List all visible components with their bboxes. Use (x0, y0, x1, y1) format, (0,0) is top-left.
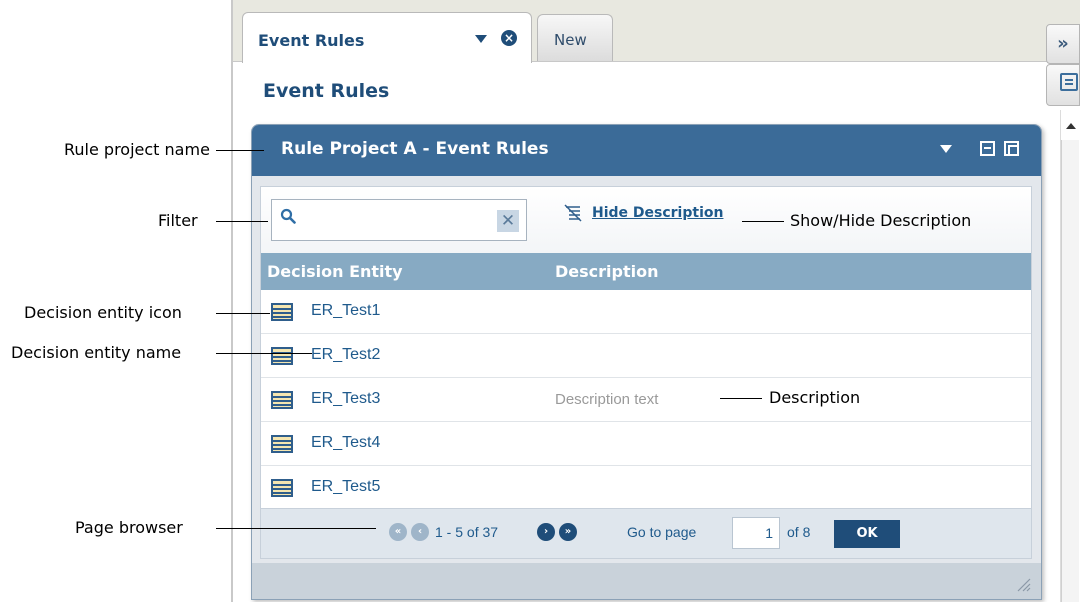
go-to-page-label: Go to page (627, 524, 697, 540)
decision-entity-name[interactable]: ER_Test4 (311, 434, 380, 452)
callout-decision-entity-name: Decision entity name (11, 343, 182, 362)
pane-menu-button[interactable] (1046, 64, 1080, 106)
widget-header: Rule Project A - Event Rules (252, 125, 1041, 176)
decision-entity-icon (271, 303, 293, 321)
column-header-description: Description (555, 262, 659, 281)
table-row[interactable]: ER_Test1 (261, 290, 1031, 334)
scrollbar-track[interactable] (1061, 140, 1079, 602)
table-row[interactable]: ER_Test4 (261, 422, 1031, 466)
frame-border (231, 0, 233, 602)
next-page-icon[interactable]: › (537, 523, 555, 541)
chevron-down-icon[interactable] (940, 145, 952, 153)
decision-entity-icon (271, 479, 293, 497)
table-row[interactable]: ER_Test5 (261, 466, 1031, 510)
callout-description: Description (769, 388, 861, 407)
callout-line (216, 353, 312, 354)
tab-label: New (554, 31, 587, 49)
scroll-up-icon[interactable] (1066, 123, 1076, 129)
tab-event-rules[interactable]: Event Rules × (242, 12, 532, 63)
page-title: Event Rules (263, 80, 390, 102)
decision-entity-icon (271, 435, 293, 453)
tab-new[interactable]: New (537, 14, 613, 61)
callout-line (216, 313, 270, 314)
maximize-icon[interactable] (1004, 141, 1019, 156)
clear-icon[interactable]: ✕ (497, 210, 519, 232)
callout-show-hide-description: Show/Hide Description (790, 211, 972, 230)
last-page-icon[interactable]: » (559, 523, 577, 541)
callout-decision-entity-icon: Decision entity icon (24, 303, 182, 322)
callout-line (216, 150, 264, 151)
callout-line (216, 528, 376, 529)
callout-line (216, 221, 268, 222)
show-hide-description-link[interactable]: Hide Description (563, 203, 723, 223)
first-page-icon[interactable]: « (389, 523, 407, 541)
total-pages-label: of 8 (787, 524, 811, 540)
tab-label: Event Rules (258, 31, 365, 50)
toggle-description-label: Hide Description (592, 205, 724, 221)
previous-page-icon[interactable]: ‹ (411, 523, 429, 541)
decision-entity-icon (271, 347, 293, 365)
callout-filter: Filter (158, 211, 198, 230)
search-icon (280, 208, 296, 224)
column-header-decision-entity: Decision Entity (267, 262, 403, 281)
callout-page-browser: Page browser (75, 518, 183, 537)
rule-project-name: Rule Project A - Event Rules (281, 139, 549, 159)
table-row[interactable]: ER_Test2 (261, 334, 1031, 378)
callout-rule-project-name: Rule project name (64, 140, 210, 159)
pane-menu-icon (1060, 73, 1078, 91)
decision-entity-name[interactable]: ER_Test1 (311, 302, 380, 320)
callout-line (720, 398, 762, 399)
callout-line (742, 221, 784, 222)
widget-footer (252, 563, 1041, 599)
close-circle-icon[interactable]: × (501, 30, 517, 46)
page-range-text: 1 - 5 of 37 (435, 524, 499, 540)
table-header: Decision Entity Description (261, 253, 1031, 290)
widget-body: ✕ Hide Description Decision Entity Descr… (260, 186, 1032, 559)
description-toggle-icon (564, 204, 582, 222)
page-number-input[interactable]: 1 (732, 517, 780, 549)
filter-input[interactable]: ✕ (271, 199, 527, 241)
table-row[interactable]: ER_Test3 Description text (261, 378, 1031, 422)
decision-entity-icon (271, 391, 293, 409)
decision-entity-name[interactable]: ER_Test5 (311, 478, 380, 496)
decision-entity-name[interactable]: ER_Test2 (311, 346, 380, 364)
decision-entity-description: Description text (555, 391, 659, 408)
page-browser: « ‹ 1 - 5 of 37 › » Go to page 1 of 8 OK (261, 508, 1031, 558)
double-chevron-right-icon: » (1057, 33, 1069, 54)
minimize-icon[interactable] (980, 141, 995, 156)
chevron-down-icon[interactable] (475, 35, 487, 43)
resize-grip-icon[interactable] (1012, 573, 1032, 593)
decision-entity-name[interactable]: ER_Test3 (311, 390, 380, 408)
go-to-page-ok-button[interactable]: OK (834, 520, 900, 548)
expand-panel-button[interactable]: » (1046, 24, 1080, 64)
